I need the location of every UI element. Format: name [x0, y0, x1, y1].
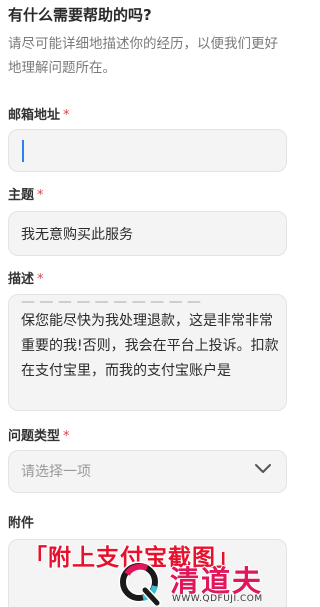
subject-label-text: 主题: [8, 188, 35, 203]
subject-value: 我无意购买此服务: [21, 227, 133, 243]
issue-type-label: 问题类型 *: [8, 425, 70, 444]
page-title: 有什么需要帮助的吗?: [8, 6, 152, 24]
description-label: 描述 *: [8, 268, 44, 287]
issue-type-required-mark: *: [63, 429, 70, 444]
description-scrolled-line: — — — — — — — — — —: [21, 297, 202, 307]
email-label: 邮箱地址 *: [8, 104, 70, 123]
chevron-down-icon: [255, 464, 271, 473]
description-label-text: 描述: [8, 272, 35, 287]
subject-label: 主题 *: [8, 184, 44, 203]
attachments-label: 附件: [8, 516, 35, 531]
description-required-mark: *: [37, 272, 44, 287]
email-required-mark: *: [63, 108, 70, 123]
email-label-text: 邮箱地址: [8, 108, 61, 123]
subject-required-mark: *: [37, 188, 44, 203]
issue-type-label-text: 问题类型: [8, 429, 61, 444]
description-textarea[interactable]: — — — — — — — — — — 保您能尽快为我处理退款，这是非常非常重要…: [8, 294, 287, 411]
text-caret: [22, 140, 24, 162]
issue-type-placeholder: 请选择一项: [21, 464, 91, 480]
page-description: 请尽可能详细地描述你的经历，以便我们更好地理解问题所在。: [8, 36, 278, 76]
email-field[interactable]: [8, 129, 287, 172]
issue-type-select[interactable]: 请选择一项: [8, 450, 287, 493]
description-value: 保您能尽快为我处理退款，这是非常非常重要的我!否则，我会在平台上投诉。扣款在支付…: [21, 313, 279, 379]
subject-field[interactable]: 我无意购买此服务: [8, 211, 287, 256]
q-logo-icon: [118, 561, 161, 606]
watermark-url: WWW.QDFUJI.COM: [172, 594, 263, 604]
